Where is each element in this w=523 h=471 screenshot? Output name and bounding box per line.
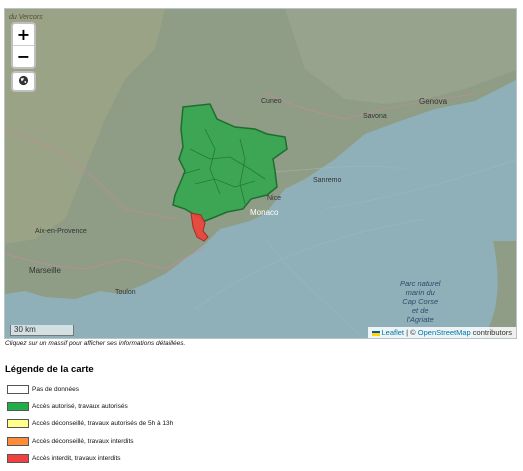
attribution-contributors: contributors [470, 328, 512, 337]
globe-icon [18, 73, 29, 91]
legend-title: Légende de la carte [5, 364, 94, 375]
legend-item: Accès déconseillé, travaux autorisés de … [7, 415, 173, 432]
legend-label: Accès déconseillé, travaux autorisés de … [32, 420, 174, 428]
ukraine-flag-icon [371, 330, 380, 336]
label-nice: Nice [267, 195, 282, 202]
legend-item: Accès autorisé, travaux autorisés [7, 398, 173, 415]
attribution: Leaflet | © OpenStreetMap contributors [367, 327, 516, 338]
label-monaco: Monaco [250, 208, 279, 217]
locate-button[interactable] [11, 71, 36, 92]
osm-link[interactable]: OpenStreetMap [418, 328, 471, 337]
legend-label: Accès autorisé, travaux autorisés [32, 403, 128, 411]
label-savona: Savona [363, 113, 387, 120]
label-genova: Genova [419, 97, 448, 106]
legend-item: Accès déconseillé, travaux interdits [7, 433, 173, 450]
label-aix: Aix-en-Provence [35, 228, 87, 235]
map-hint: Cliquez sur un massif pour afficher ses … [5, 340, 186, 347]
legend-swatch [7, 402, 29, 412]
zoom-control: + − [11, 22, 36, 69]
label-cuneo: Cuneo [261, 98, 282, 105]
zoom-out-button[interactable]: − [13, 45, 34, 67]
legend-swatch [7, 385, 29, 395]
legend-label: Accès interdit, travaux interdits [32, 454, 121, 462]
legend-swatch [7, 436, 29, 446]
legend-item: Pas de données [7, 381, 173, 398]
legend-item: Accès interdit, travaux interdits [7, 450, 173, 467]
legend-label: Accès déconseillé, travaux interdits [32, 437, 134, 445]
legend: Pas de données Accès autorisé, travaux a… [7, 381, 173, 467]
label-toulon: Toulon [115, 289, 136, 296]
label-sanremo: Sanremo [313, 177, 342, 184]
label-parc-corse: Parc naturel marin du Cap Corse et de l'… [400, 279, 441, 324]
leaflet-link[interactable]: Leaflet [382, 328, 405, 337]
legend-swatch [7, 453, 29, 463]
label-marseille: Marseille [29, 266, 62, 275]
scale-bar: 30 km [10, 325, 74, 336]
attribution-separator: | © [404, 328, 418, 337]
label-vercors: du Vercors [9, 14, 43, 21]
legend-swatch [7, 419, 29, 429]
zoom-in-button[interactable]: + [13, 24, 34, 45]
legend-label: Pas de données [32, 386, 79, 394]
map-view[interactable]: du Vercors Genova Cuneo Savona Sanremo M… [4, 8, 517, 339]
